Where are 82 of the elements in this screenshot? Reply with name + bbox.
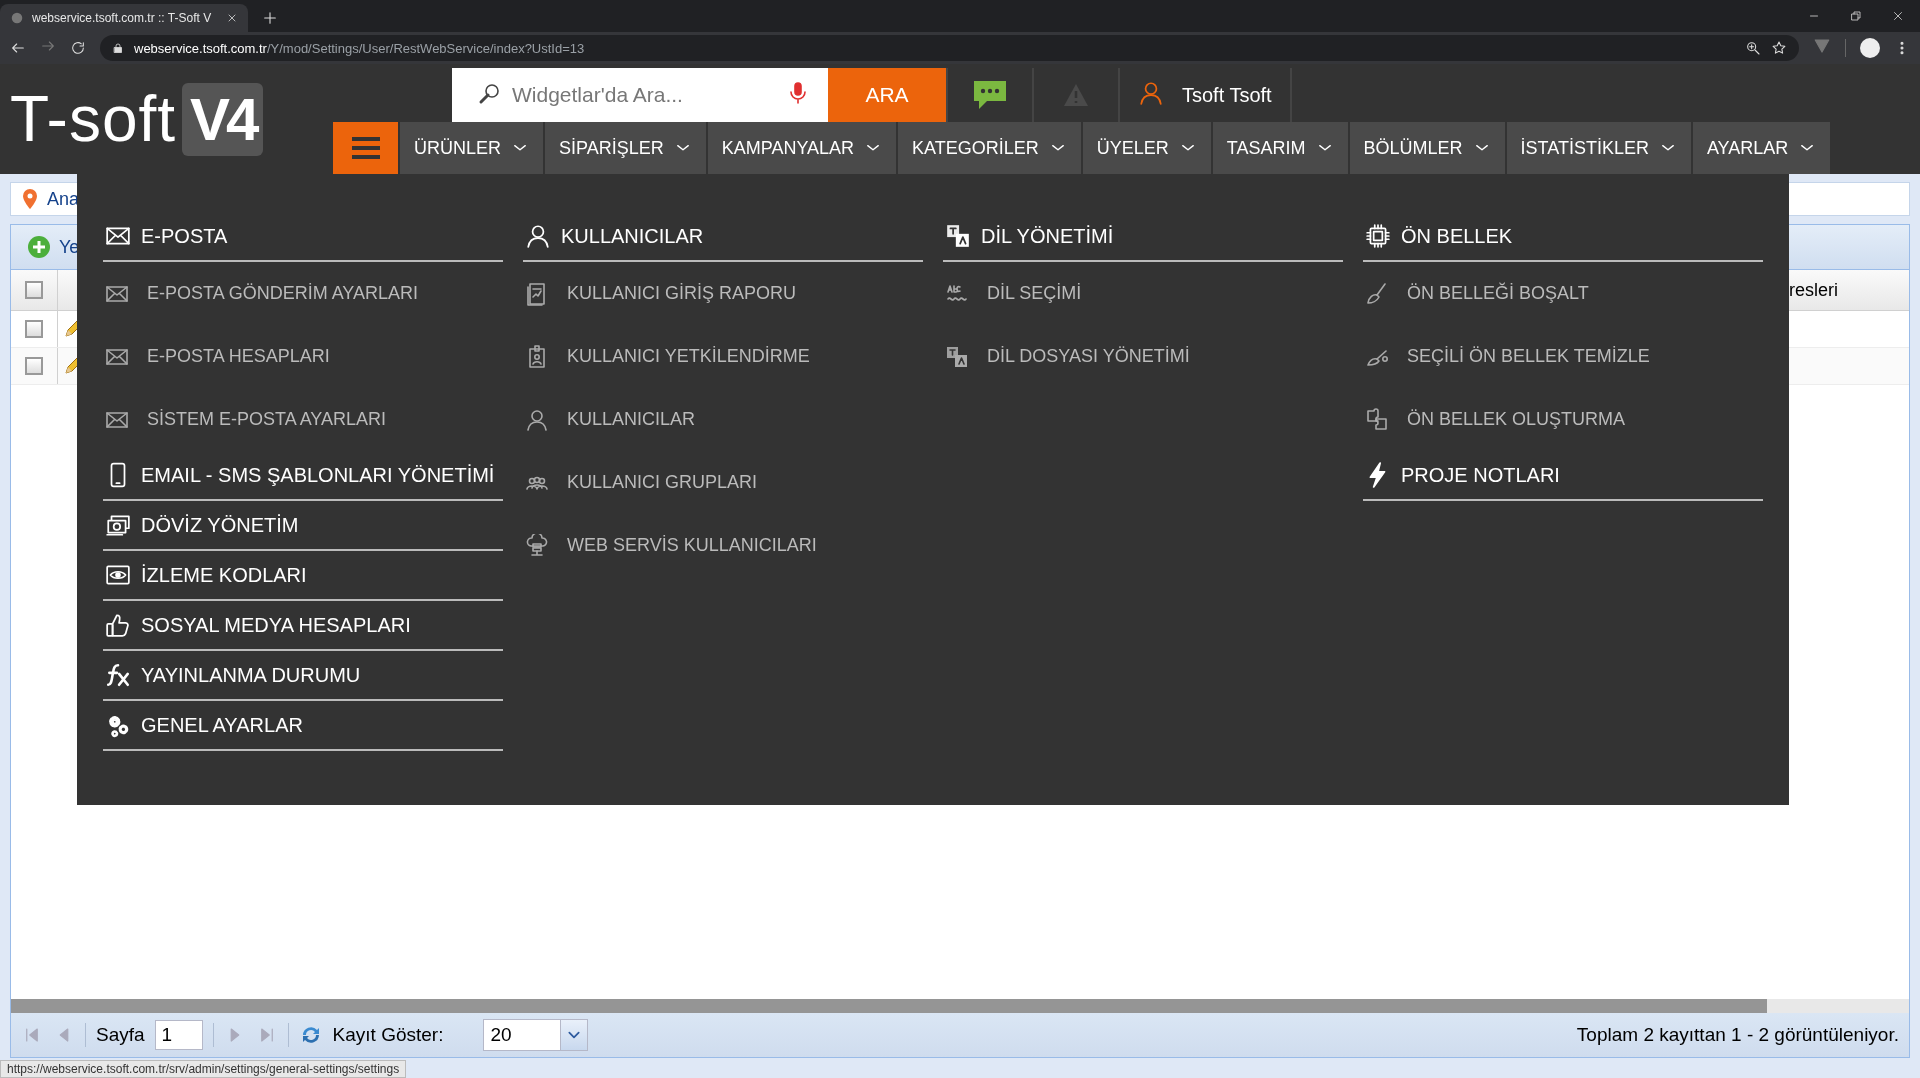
menu-heading[interactable]: KULLANICILAR	[523, 212, 923, 262]
scrollbar[interactable]	[11, 999, 1909, 1013]
search-field[interactable]: Widgetlar'da Ara...	[452, 68, 828, 122]
map-pin-icon	[23, 189, 37, 209]
nav-tab[interactable]: TASARIM	[1212, 122, 1348, 174]
address-bar[interactable]: webservice.tsoft.com.tr/Y/mod/Settings/User/RestWebService/index?UstId=13	[100, 35, 1799, 61]
status-url: https://webservice.tsoft.com.tr/srv/admin/settings/general-settings/settings	[0, 1060, 407, 1078]
zoom-icon	[1745, 40, 1761, 56]
back-arrow-icon	[10, 40, 26, 56]
nav-tab[interactable]: ÜRÜNLER	[400, 122, 543, 174]
globe-icon	[10, 11, 24, 25]
first-page-icon	[23, 1026, 41, 1044]
menu-item[interactable]: ÖN BELLEK OLUŞTURMA	[1363, 388, 1763, 451]
menu-heading[interactable]: DÖVİZ YÖNETİM	[103, 501, 503, 551]
menu-item[interactable]: DİL DOSYASI YÖNETİMİ	[943, 325, 1343, 388]
menu-item[interactable]: KULLANICI GİRİŞ RAPORU	[523, 262, 923, 325]
menu-item[interactable]: KULLANICI YETKİLENDİRME	[523, 325, 923, 388]
banknote-icon	[105, 512, 131, 538]
nav-tab[interactable]: İSTATİSTİKLER	[1506, 122, 1691, 174]
menu-heading[interactable]: PROJE NOTLARI	[1363, 451, 1763, 501]
url-text: webservice.tsoft.com.tr/Y/mod/Settings/User/RestWebService/index?UstId=13	[134, 40, 586, 56]
version-badge: V4	[182, 82, 264, 156]
plus-icon	[27, 235, 51, 259]
page-size-label: Kayıt Göster:	[332, 1024, 444, 1046]
function-icon	[105, 662, 131, 688]
close-icon	[226, 12, 238, 24]
eye-icon	[105, 562, 131, 588]
checkbox[interactable]	[25, 320, 43, 338]
logo-text: T-soft	[10, 82, 177, 156]
close-icon	[1892, 10, 1904, 22]
broom-icon	[1365, 281, 1389, 306]
menu-item[interactable]: SEÇİLİ ÖN BELLEK TEMİZLE	[1363, 325, 1763, 388]
translate-icon	[945, 344, 969, 369]
checkbox[interactable]	[25, 281, 43, 299]
menu-item[interactable]: E-POSTA GÖNDERİM AYARLARI	[103, 262, 503, 325]
page-label: Sayfa	[96, 1024, 145, 1046]
menu-heading[interactable]: ÖN BELLEK	[1363, 212, 1763, 262]
search-icon	[478, 81, 502, 105]
nav-tab[interactable]: KATEGORİLER	[898, 122, 1081, 174]
menu-heading[interactable]: YAYINLANMA DURUMU	[103, 651, 503, 701]
puzzle-icon	[1365, 407, 1389, 432]
extension-icon	[1813, 37, 1831, 55]
menu-item[interactable]: ÖN BELLEĞİ BOŞALT	[1363, 262, 1763, 325]
nav-tab[interactable]: ÜYELER	[1082, 122, 1211, 174]
nav-tab[interactable]: SİPARİŞLER	[545, 122, 706, 174]
page-field[interactable]: 1	[154, 1020, 203, 1050]
nav-tab[interactable]: KAMPANYALAR	[707, 122, 897, 174]
translate-icon	[945, 223, 971, 249]
menu-heading[interactable]: İZLEME KODLARI	[103, 551, 503, 601]
menu-item[interactable]: E-POSTA HESAPLARI	[103, 325, 503, 388]
lock-icon	[112, 42, 124, 54]
menu-item[interactable]: KULLANICI GRUPLARI	[523, 451, 923, 514]
person-icon	[525, 223, 551, 249]
restore-icon	[1850, 10, 1862, 22]
menu-item[interactable]: SİSTEM E-POSTA AYARLARI	[103, 388, 503, 451]
browser-tab[interactable]: webservice.tsoft.com.tr :: T-Soft V	[0, 4, 248, 32]
menu-item[interactable]: DİL SEÇİMİ	[943, 262, 1343, 325]
server-icon	[525, 533, 549, 558]
person-icon	[525, 407, 549, 432]
tab-title: webservice.tsoft.com.tr :: T-Soft V	[32, 11, 213, 25]
chip-icon	[1365, 223, 1391, 249]
forward-arrow-icon	[40, 38, 56, 54]
nav-tab[interactable]: BÖLÜMLER	[1349, 122, 1505, 174]
menu-heading[interactable]: EMAIL - SMS ŞABLONLARI YÖNETİMİ	[103, 451, 503, 501]
menu-heading[interactable]: E-POSTA	[103, 212, 503, 262]
menu-item[interactable]: WEB SERVİS KULLANICILARI	[523, 514, 923, 577]
chat-icon[interactable]	[973, 80, 1007, 110]
checkbox[interactable]	[25, 357, 43, 375]
menu-item[interactable]: KULLANICILAR	[523, 388, 923, 451]
plus-icon	[262, 10, 278, 26]
thumbs-up-icon	[105, 612, 131, 638]
reload-icon	[70, 40, 86, 56]
menu-heading[interactable]: DİL YÖNETİMİ	[943, 212, 1343, 262]
paging-summary: Toplam 2 kayıttan 1 - 2 görüntüleniyor.	[1576, 1024, 1899, 1046]
menu-button[interactable]	[333, 122, 398, 174]
menu-icon	[351, 137, 380, 159]
menu-heading[interactable]: GENEL AYARLAR	[103, 701, 503, 751]
page-size-select[interactable]: 20	[483, 1019, 589, 1051]
star-icon	[1771, 40, 1787, 56]
profile-avatar[interactable]	[1860, 38, 1880, 58]
menu-heading[interactable]: SOSYAL MEDYA HESAPLARI	[103, 601, 503, 651]
nav-tab[interactable]: AYARLAR	[1692, 122, 1831, 174]
